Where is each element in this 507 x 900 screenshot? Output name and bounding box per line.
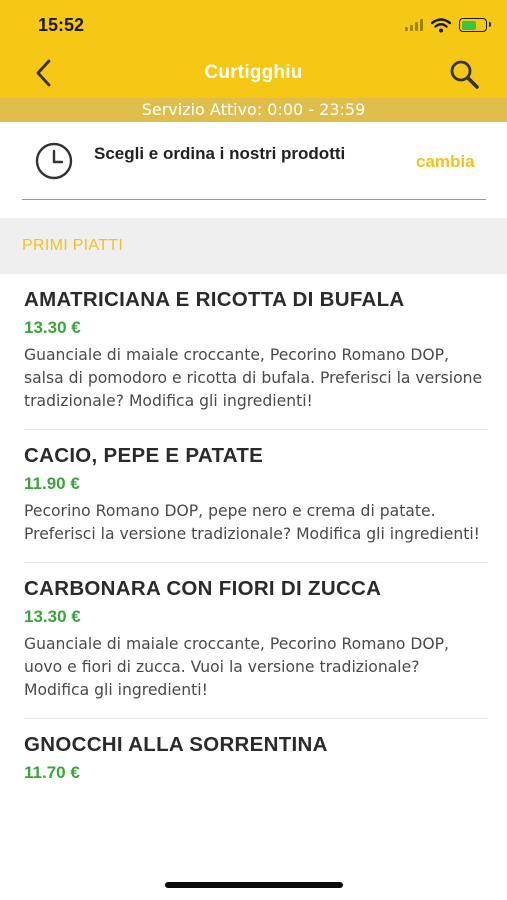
status-time: 15:52 [38, 15, 85, 35]
item-price: 11.70 € [24, 763, 80, 782]
item-name: GNOCCHI ALLA SORRENTINA [24, 733, 328, 756]
section-header: PRIMI PIATTI [0, 218, 507, 274]
item-description: Guanciale di maiale croccante, Pecorino … [24, 346, 483, 410]
change-button[interactable]: cambia [416, 152, 475, 172]
signal-icon [405, 19, 423, 31]
item-name: CACIO, PEPE E PATATE [24, 444, 264, 467]
status-bar: 15:52 [0, 0, 507, 48]
item-name: AMATRICIANA E RICOTTA DI BUFALA [24, 288, 405, 311]
search-button[interactable] [447, 57, 481, 91]
navigation-bar: Curtigghiu [0, 48, 507, 98]
service-hours-bar: Servizio Attivo: 0:00 - 23:59 [0, 98, 507, 122]
item-price: 13.30 € [24, 318, 81, 337]
menu-item[interactable]: CARBONARA CON FIORI DI ZUCCA 13.30 € Gua… [0, 563, 507, 719]
order-mode-text: Scegli e ordina i nostri prodotti [94, 144, 346, 163]
battery-icon [459, 18, 491, 32]
status-icons [405, 15, 491, 35]
item-price: 11.90 € [24, 474, 80, 493]
menu-item[interactable]: GNOCCHI ALLA SORRENTINA 11.70 € [0, 719, 507, 783]
item-price: 13.30 € [24, 607, 81, 626]
home-indicator[interactable] [165, 882, 343, 888]
page-title: Curtigghiu [204, 62, 303, 83]
section-title: PRIMI PIATTI [22, 237, 124, 254]
menu-list: AMATRICIANA E RICOTTA DI BUFALA 13.30 € … [0, 274, 507, 840]
divider [22, 199, 486, 200]
wifi-icon [431, 17, 451, 32]
search-icon [450, 60, 479, 89]
menu-item[interactable]: AMATRICIANA E RICOTTA DI BUFALA 13.30 € … [0, 274, 507, 430]
item-description: Guanciale di maiale croccante, Pecorino … [24, 635, 449, 699]
item-description: Pecorino Romano DOP, pepe nero e crema d… [24, 502, 480, 543]
menu-item[interactable]: CACIO, PEPE E PATATE 11.90 € Pecorino Ro… [0, 430, 507, 563]
clock-icon [35, 142, 73, 180]
order-mode-row: Scegli e ordina i nostri prodotti cambia [0, 122, 507, 202]
item-name: CARBONARA CON FIORI DI ZUCCA [24, 577, 382, 600]
